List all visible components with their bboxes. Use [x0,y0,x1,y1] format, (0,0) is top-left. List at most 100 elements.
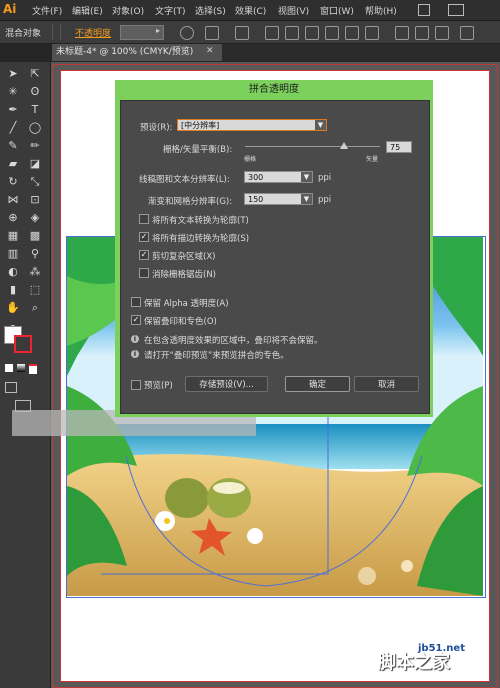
chevron-down-icon: ▼ [301,194,312,204]
ellipse-tool-icon[interactable]: ◯ [27,120,43,136]
menu-edit[interactable]: 编辑(E) [72,4,103,17]
balance-max-label: 矢量 [366,156,379,163]
menu-window[interactable]: 窗口(W) [320,4,354,17]
preserve-alpha-checkbox[interactable] [131,297,141,307]
preserve-alpha-label: 保留 Alpha 透明度(A) [144,299,229,309]
line-tool-icon[interactable]: ╱ [5,120,21,136]
chevron-right-icon[interactable]: ▸ [156,26,160,35]
gradient-tool-icon[interactable]: ▥ [5,246,21,262]
align-top-icon[interactable] [325,26,339,40]
line-art-resolution-label: 线稿图和文本分辨率(L): [139,175,230,185]
direct-selection-tool-icon[interactable]: ⇱ [27,66,43,82]
recolor-icon[interactable] [180,26,194,40]
convert-strokes-checkbox[interactable]: ✓ [139,232,149,242]
selection-tool-icon[interactable]: ➤ [5,66,21,82]
close-icon[interactable]: ✕ [206,46,214,56]
distribute-icon[interactable] [395,26,409,40]
lasso-tool-icon[interactable]: ʘ [27,84,43,100]
rotate-tool-icon[interactable]: ↻ [5,174,21,190]
opacity-link[interactable]: 不透明度 [75,26,111,39]
perspective-grid-tool-icon[interactable]: ▦ [5,228,21,244]
info-text-2: 请打开“叠印预览”来预览拼合的专色。 [144,351,289,361]
scale-tool-icon[interactable]: ⤡ [27,174,43,190]
hand-tool-icon[interactable]: ✋ [5,300,21,316]
menu-help[interactable]: 帮助(H) [365,4,397,17]
watermark-text: 脚本之家 [378,652,450,673]
balance-value-field[interactable]: 75 [386,141,412,153]
chevron-down-icon: ▼ [315,120,326,130]
live-paint-tool-icon[interactable]: ◈ [27,210,43,226]
column-graph-tool-icon[interactable]: ▮ [5,282,21,298]
divider [52,24,53,40]
draw-mode-icon[interactable] [5,382,17,393]
preset-value: [中分辨率] [181,121,220,130]
stroke-swatch[interactable] [14,335,32,353]
align-right-icon[interactable] [305,26,319,40]
menu-effect[interactable]: 效果(C) [235,4,266,17]
preset-select[interactable]: [中分辨率] ▼ [177,119,327,131]
align-center-icon[interactable] [285,26,299,40]
distribute-center-icon[interactable] [415,26,429,40]
blob-brush-tool-icon[interactable]: ▰ [5,156,21,172]
menu-type[interactable]: 文字(T) [155,4,186,17]
document-tab[interactable]: 未标题-4* @ 100% (CMYK/预览) [52,44,222,61]
symbol-sprayer-tool-icon[interactable]: ⁂ [27,264,43,280]
align-bottom-icon[interactable] [365,26,379,40]
gradient-mode-icon[interactable] [17,364,25,372]
free-transform-tool-icon[interactable]: ⊡ [27,192,43,208]
balance-slider-handle[interactable] [340,142,348,149]
clip-complex-checkbox[interactable]: ✓ [139,250,149,260]
info-icon: i [131,335,139,343]
preview-checkbox[interactable] [131,380,141,390]
convert-text-checkbox[interactable] [139,214,149,224]
info-text-1: 在包含透明度效果的区域中，叠印将不会保留。 [144,336,323,346]
gradient-resolution-select[interactable]: 150 ▼ [244,193,313,205]
transform-icon[interactable] [205,26,219,40]
chevron-down-icon: ▼ [301,172,312,182]
paintbrush-tool-icon[interactable]: ✎ [5,138,21,154]
menu-object[interactable]: 对象(O) [112,4,144,17]
align-middle-icon[interactable] [345,26,359,40]
align-left-icon[interactable] [265,26,279,40]
menu-view[interactable]: 视图(V) [278,4,309,17]
divider [60,24,61,40]
preserve-overprint-label: 保留叠印和专色(O) [144,317,217,327]
zoom-tool-icon[interactable]: ⌕ [27,300,43,316]
magic-wand-tool-icon[interactable]: ✳ [5,84,21,100]
arrange-documents-icon[interactable] [448,4,464,16]
preset-label: 预设(R): [140,123,173,133]
gradient-resolution-value: 150 [248,195,264,204]
eraser-tool-icon[interactable]: ◪ [27,156,43,172]
info-icon: i [131,350,139,358]
clip-complex-label: 剪切复杂区域(X) [152,252,216,262]
align-icon[interactable] [235,26,249,40]
preserve-overprint-checkbox[interactable]: ✓ [131,315,141,325]
panel-menu-icon[interactable] [460,26,474,40]
eyedropper-tool-icon[interactable]: ⚲ [27,246,43,262]
preview-label: 预览(P) [144,381,173,391]
artboard-tool-icon[interactable]: ⬚ [27,282,43,298]
menu-select[interactable]: 选择(S) [195,4,226,17]
type-tool-icon[interactable]: T [27,102,43,118]
shape-builder-tool-icon[interactable]: ⊕ [5,210,21,226]
balance-min-label: 栅格 [244,156,257,163]
bridge-icon[interactable] [418,4,430,16]
blend-tool-icon[interactable]: ◐ [5,264,21,280]
cancel-button[interactable]: 取消 [354,376,419,392]
anti-alias-checkbox[interactable] [139,268,149,278]
mesh-tool-icon[interactable]: ▩ [27,228,43,244]
save-preset-button[interactable]: 存储预设(V)... [185,376,268,392]
app-logo: Ai [3,2,17,16]
pen-tool-icon[interactable]: ✒ [5,102,21,118]
none-mode-icon[interactable] [29,364,37,374]
pencil-tool-icon[interactable]: ✏ [27,138,43,154]
color-mode-icon[interactable] [5,364,13,372]
menu-file[interactable]: 文件(F) [32,4,62,17]
balance-slider-track[interactable] [245,146,380,147]
distribute-bottom-icon[interactable] [435,26,449,40]
ok-button[interactable]: 确定 [285,376,350,392]
line-art-resolution-select[interactable]: 300 ▼ [244,171,313,183]
line-art-resolution-value: 300 [248,173,264,182]
width-tool-icon[interactable]: ⋈ [5,192,21,208]
convert-text-label: 将所有文本转换为轮廓(T) [152,216,249,226]
